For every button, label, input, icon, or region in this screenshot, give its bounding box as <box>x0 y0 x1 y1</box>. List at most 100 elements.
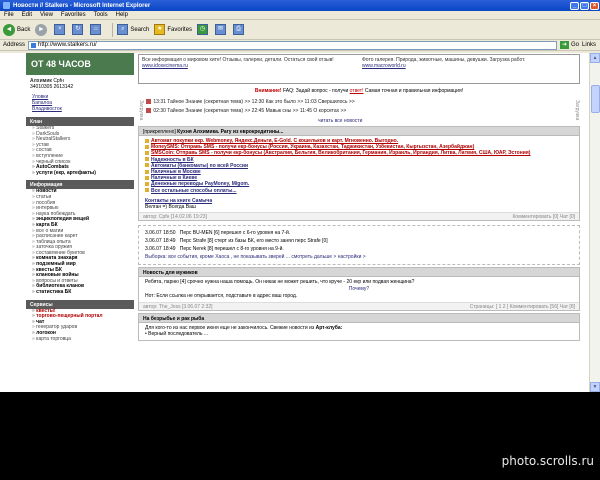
search-button[interactable]: ⌕ Search <box>117 24 149 35</box>
ad-banner[interactable]: ОТ 48 ЧАСОВ <box>26 53 134 75</box>
scroll-down-arrow-icon[interactable]: ▼ <box>590 382 600 392</box>
news2-title[interactable]: На безрыбье и рак рыба <box>143 316 204 322</box>
pinned-tag: [прикреплено] <box>143 129 176 135</box>
left-section: КланStalkersDarkSoulsNeutralStalkersуста… <box>26 117 134 176</box>
forward-button[interactable]: ► <box>35 23 49 36</box>
bullet-icon <box>145 157 149 162</box>
news2-bullet: • Верный последователь ... <box>145 331 209 338</box>
close-button[interactable]: × <box>590 1 599 10</box>
payment-link[interactable]: Наличные в Москве <box>151 169 201 175</box>
payment-link-row: SMSCoin: Отправь SMS - получи екр-бонусы… <box>145 150 573 156</box>
vertical-scrollbar[interactable]: ▲ ▼ <box>589 53 600 392</box>
news-marker-icon <box>146 108 151 114</box>
main-column: Все информация о мировом хите! Отзывы, г… <box>138 53 580 392</box>
left-nav-item[interactable]: услуги (екр, артефакты) <box>26 170 134 177</box>
news-stream: Загрузка 13:31 Тайное Знание (секретная … <box>138 98 580 124</box>
watermark: photo.scrolls.ru <box>501 454 594 468</box>
news-header: Новость для мужиков <box>139 268 579 278</box>
payment-link[interactable]: Надежность в БК <box>151 157 194 163</box>
payment-link[interactable]: Автоматы (банкоматы) по всей России <box>151 163 248 169</box>
left-sections: КланStalkersDarkSoulsNeutralStalkersуста… <box>26 117 134 342</box>
news-reply-link[interactable]: Почему? <box>145 286 573 293</box>
page-content: ОТ 48 ЧАСОВ Алхимик Срfн 34010305 261314… <box>0 53 589 392</box>
news-footer: автор: The_Joss [3.06.07 2:32] Страницы:… <box>139 302 579 311</box>
minimize-button[interactable]: _ <box>570 1 579 10</box>
bullet-icon <box>145 163 149 168</box>
toolbar: ◄ Back ► × ↻ ⌂ ⌕ Search ★ Favorites ◷ ✉ <box>0 20 600 40</box>
left-column: ОТ 48 ЧАСОВ Алхимик Срfн 34010305 261314… <box>26 53 134 392</box>
faq-answer-link[interactable]: ответ! <box>350 88 364 94</box>
user-nums: 34010305 2613142 <box>30 84 74 90</box>
maximize-button[interactable]: □ <box>580 1 589 10</box>
top-ads: Все информация о мировом хите! Отзывы, г… <box>138 54 580 84</box>
menu-edit[interactable]: Edit <box>22 12 32 18</box>
go-arrow-icon: ➜ <box>559 41 569 49</box>
history-button[interactable]: ◷ <box>197 24 210 35</box>
stop-icon: × <box>54 24 66 35</box>
news-comments[interactable]: Страницы: [ 1 2 ] Комментировать [56] Ча… <box>470 304 575 310</box>
pinned-news-footer: автор: Срfн [14.02.06 19:23] Комментиров… <box>139 212 579 221</box>
menu-file[interactable]: File <box>4 12 14 18</box>
news2-text-tail[interactable]: Арт-клуба: <box>316 325 343 331</box>
menu-bar: File Edit View Favorites Tools Help <box>0 11 600 20</box>
bullet-icon <box>145 175 149 180</box>
top-ad-right[interactable]: Фото галерея. Природа, животные, машины,… <box>359 55 579 83</box>
address-label: Address <box>3 42 26 48</box>
printer-icon: ⎙ <box>233 24 245 35</box>
menu-tools[interactable]: Tools <box>94 12 108 18</box>
news-text: Ребята, парню [4] срочно нужна наша помо… <box>145 279 415 286</box>
links-label[interactable]: Links <box>582 42 596 48</box>
transfer-row: 3.06.07 18:49 Перс Strafe [8] стерт из б… <box>145 238 328 245</box>
address-input[interactable]: http://www.stalkers.ru/ <box>28 40 557 50</box>
user-links: Уловки Бапалоа Владивосток <box>26 93 134 113</box>
read-all-news-link[interactable]: читать все новости <box>318 118 362 124</box>
top-ad-left[interactable]: Все информация о мировом хите! Отзывы, г… <box>139 55 359 83</box>
scroll-up-arrow-icon[interactable]: ▲ <box>590 53 600 63</box>
search-icon: ⌕ <box>117 24 129 35</box>
home-icon: ⌂ <box>90 24 102 35</box>
pinned-title[interactable]: Кухня Алхимика. Рагу из еврокредитины... <box>177 129 283 135</box>
pinned-author[interactable]: автор: Срfн [14.02.06 19:23] <box>143 214 207 220</box>
left-section: Сервисыквесты!торгово-пещерный порталчат… <box>26 299 134 343</box>
go-button[interactable]: ➜ Go <box>559 41 579 49</box>
left-section: Информацияновостистатьипособияинтервьюна… <box>26 180 134 295</box>
home-button[interactable]: ⌂ <box>90 24 103 35</box>
menu-favorites[interactable]: Favorites <box>61 12 86 18</box>
payment-link[interactable]: Денежные переводы PayMoney, Migom. <box>151 181 249 187</box>
payment-link[interactable]: Все остальные способы оплаты... <box>151 188 237 194</box>
menu-help[interactable]: Help <box>116 12 128 18</box>
stop-button[interactable]: × <box>54 24 67 35</box>
menu-view[interactable]: View <box>40 12 53 18</box>
pinned-news-body: Автомат покупки екр. Webmoney, Яндекс.Де… <box>139 136 579 196</box>
refresh-icon: ↻ <box>72 24 84 35</box>
stream-row[interactable]: 02:30 Тайное Знание (секретная тема) >> … <box>146 108 346 114</box>
refresh-button[interactable]: ↻ <box>72 24 85 35</box>
transfer-row: 3.06.07 18:49 Перс Nerek [8] перешел с 8… <box>145 246 284 253</box>
faq-text: FAQ: Задай вопрос - получи <box>282 88 349 94</box>
back-button[interactable]: ◄ Back <box>3 23 30 36</box>
news-author[interactable]: автор: The_Joss [3.06.07 2:32] <box>143 304 213 310</box>
pinned-sign: Велган =) Всегда Ваш <box>145 204 196 211</box>
bullet-icon <box>145 144 149 149</box>
forward-arrow-icon: ► <box>35 23 48 36</box>
ie-icon <box>3 2 10 9</box>
left-nav-item[interactable]: карта торговца <box>26 336 134 343</box>
transfers-footer[interactable]: Выборка: все события, кроме Хаоса , не п… <box>145 253 573 261</box>
news-title[interactable]: Новость для мужиков <box>143 270 198 276</box>
payment-link[interactable]: SMSCoin: Отправь SMS - получи екр-бонусы… <box>151 150 530 156</box>
user-link[interactable]: Владивосток <box>32 106 128 112</box>
stream-row[interactable]: 13:31 Тайное Знание (секретная тема) >> … <box>146 99 355 105</box>
stream-right-label: Загрузка <box>574 100 580 121</box>
favorites-button[interactable]: ★ Favorites <box>154 24 192 35</box>
faq-line: Внимание! FAQ: Задай вопрос - получи отв… <box>138 88 580 94</box>
faq-tail: Самая точная и правильная информация! <box>364 88 464 94</box>
toolbar-separator <box>112 22 114 37</box>
stream-left-label: Загрузка <box>138 100 144 121</box>
news-block: Новость для мужиков Ребята, парню [4] ср… <box>138 267 580 312</box>
left-nav-item[interactable]: статистика БК <box>26 289 134 296</box>
scroll-thumb[interactable] <box>591 85 600 113</box>
print-button[interactable]: ⎙ <box>233 24 246 35</box>
payment-link[interactable]: Наличные в Киеве <box>151 175 197 181</box>
mail-button[interactable]: ✉ <box>215 24 228 35</box>
pinned-comments[interactable]: Комментировать [0] Чат [0] <box>513 214 576 220</box>
